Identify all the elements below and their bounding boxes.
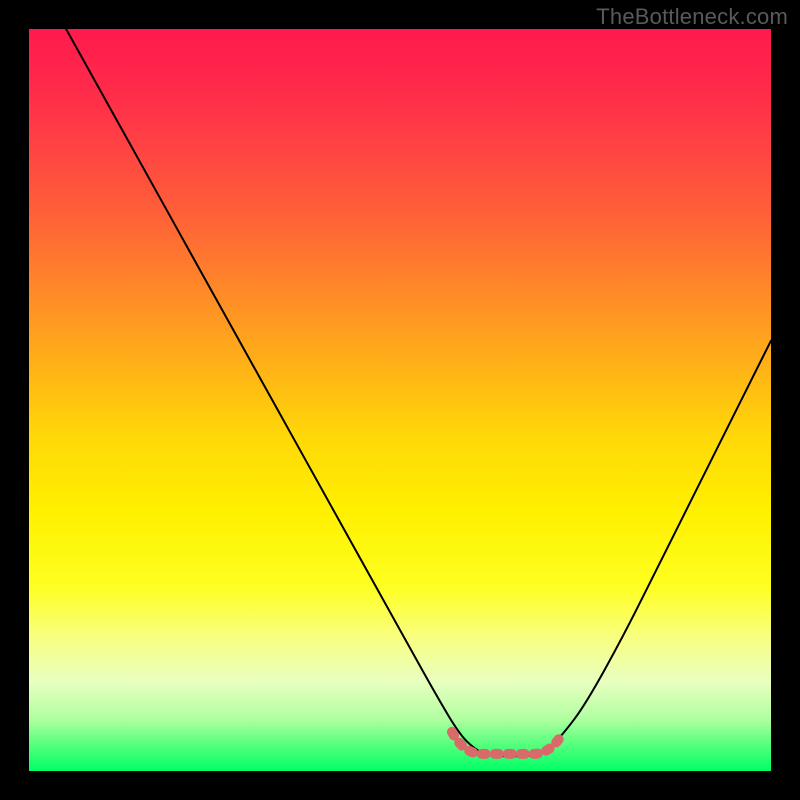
watermark-text: TheBottleneck.com [596, 4, 788, 30]
chart-svg [29, 29, 771, 771]
chart-plot-area [29, 29, 771, 771]
bottleneck-curve-line [66, 29, 771, 756]
